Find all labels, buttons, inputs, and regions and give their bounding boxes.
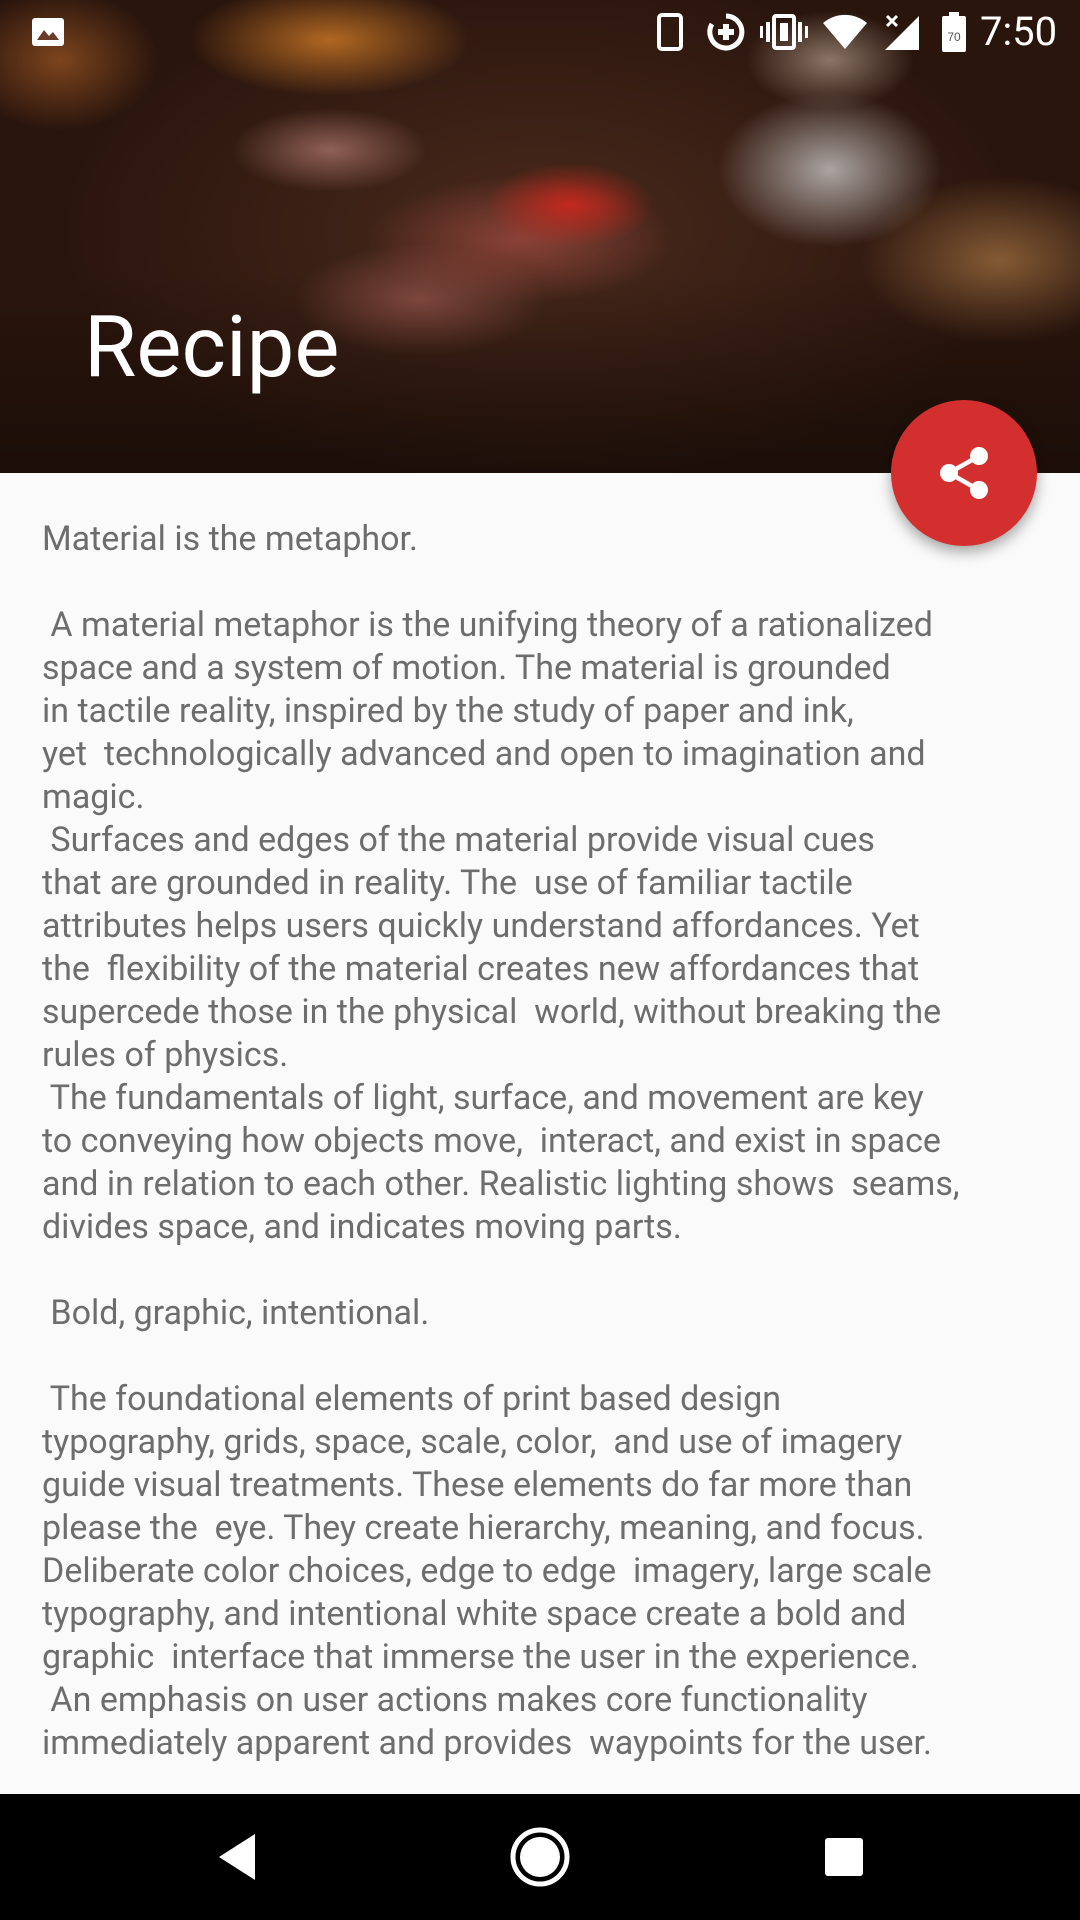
text-line: yet technologically advanced and open to… — [42, 734, 926, 774]
wifi-icon — [820, 0, 870, 63]
text-line: guide visual treatments. These elements … — [42, 1465, 913, 1505]
text-line: graphic interface that immerse the user … — [42, 1637, 919, 1677]
text-line: Surfaces and edges of the material provi… — [42, 820, 875, 860]
text-line: The fundamentals of light, surface, and … — [42, 1078, 924, 1118]
text-line: The foundational elements of print based… — [42, 1379, 781, 1419]
text-line: typography, grids, space, scale, color, … — [42, 1422, 903, 1462]
battery-level: 70 — [947, 30, 961, 44]
text-line: Deliberate color choices, edge to edge i… — [42, 1551, 932, 1591]
back-button[interactable] — [157, 1794, 317, 1920]
recents-icon — [825, 1838, 863, 1876]
text-line: that are grounded in reality. The use of… — [42, 863, 853, 903]
recipe-body-text: Material is the metaphor. A material met… — [42, 518, 1042, 1765]
text-line: Material is the metaphor. — [42, 519, 418, 559]
navigation-bar — [0, 1794, 1080, 1920]
text-line: in tactile reality, inspired by the stud… — [42, 691, 854, 731]
text-line: supercede those in the physical world, w… — [42, 992, 942, 1032]
image-icon — [28, 0, 68, 63]
home-button[interactable] — [460, 1794, 620, 1920]
signal-icon — [880, 0, 922, 63]
text-line: magic. — [42, 777, 145, 817]
data-saver-icon — [704, 0, 748, 63]
recents-button[interactable] — [764, 1794, 924, 1920]
text-line: rules of physics. — [42, 1035, 289, 1075]
text-line: please the eye. They create hierarchy, m… — [42, 1508, 925, 1548]
text-line: attributes helps users quickly understan… — [42, 906, 920, 946]
page-title: Recipe — [84, 297, 340, 397]
header-image: Recipe — [0, 0, 1080, 473]
battery-icon: 70 — [938, 0, 970, 63]
share-icon — [940, 447, 988, 499]
text-line: to conveying how objects move, interact,… — [42, 1121, 941, 1161]
text-line: divides space, and indicates moving part… — [42, 1207, 682, 1247]
text-line: typography, and intentional white space … — [42, 1594, 907, 1634]
status-time: 7:50 — [980, 8, 1058, 55]
text-line: A material metaphor is the unifying theo… — [42, 605, 933, 645]
home-icon — [510, 1827, 570, 1887]
text-line: and in relation to each other. Realistic… — [42, 1164, 960, 1204]
text-line: Bold, graphic, intentional. — [42, 1293, 430, 1333]
text-line: immediately apparent and provides waypoi… — [42, 1723, 932, 1763]
back-icon — [219, 1834, 255, 1880]
phone-icon — [652, 0, 688, 63]
text-line: An emphasis on user actions makes core f… — [42, 1680, 868, 1720]
text-line: space and a system of motion. The materi… — [42, 648, 891, 688]
status-bar: 70 7:50 — [0, 0, 1080, 63]
text-line: the flexibility of the material creates … — [42, 949, 920, 989]
vibrate-icon — [758, 0, 810, 63]
